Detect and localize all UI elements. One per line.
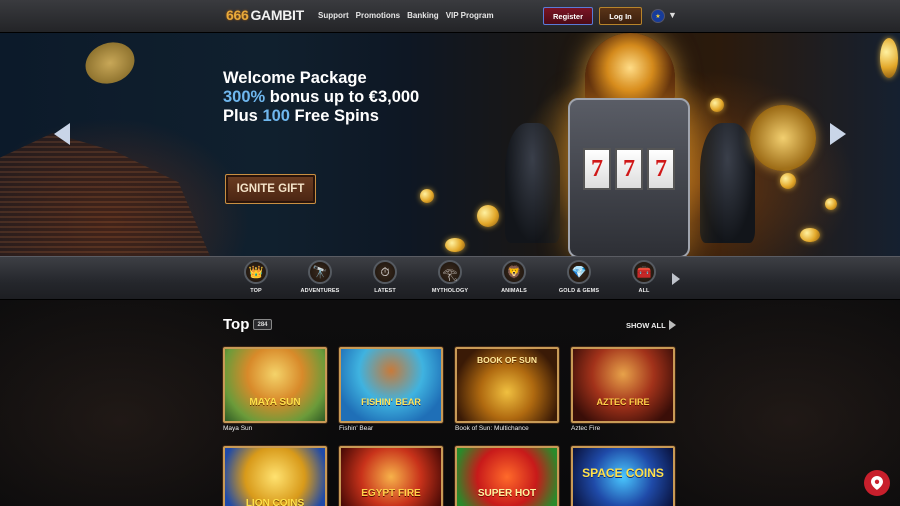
coin-decoration [800,228,820,242]
spins-text: Free Spins [289,107,379,125]
game-art-title: SUPER HOT [477,488,537,499]
carousel-next-icon[interactable] [830,123,846,145]
register-button[interactable]: Register [543,7,593,25]
category-label: ALL [638,288,650,294]
game-art [341,349,441,421]
game-name[interactable]: Maya Sun [223,425,252,432]
game-art-title: LION COINS [245,498,305,506]
chevron-down-icon[interactable]: ▼ [668,10,677,20]
coin-decoration [780,173,796,189]
welcome-package-text: Welcome Package 300% bonus up to €3,000 … [223,69,419,126]
game-art [225,349,325,421]
game-art-title: MAYA SUN [249,397,301,408]
coin-decoration [880,38,898,78]
game-card-book-of-sun[interactable]: BOOK OF SUN [455,347,559,423]
game-name[interactable]: Book of Sun: Multichance [455,425,529,432]
hero-bonus-line: 300% bonus up to €3,000 [223,88,419,107]
category-label: LATEST [374,288,396,294]
hooded-figure-left [505,123,560,243]
game-art-title: BOOK OF SUN [477,355,537,365]
show-all-label: SHOW ALL [626,320,666,330]
spins-prefix: Plus [223,107,263,125]
crown-icon: 👑 [244,260,268,284]
game-name[interactable]: Fishin' Bear [339,425,373,432]
category-gold-gems[interactable]: 💎 GOLD & GEMS [551,260,607,294]
game-card-lion-coins[interactable]: LION COINS [223,446,327,506]
lion-icon: 🦁 [502,260,526,284]
bonus-percent: 300% [223,88,266,106]
category-label: TOP [250,288,262,294]
game-card-egypt-fire[interactable]: EGYPT FIRE [339,446,443,506]
category-label: ANIMALS [501,288,527,294]
site-logo[interactable]: 666 GAMBIT [226,7,304,23]
game-card-aztec-fire[interactable]: AZTEC FIRE [571,347,675,423]
category-latest[interactable]: ⏱ LATEST [357,260,413,294]
hero-banner: 7 7 7 Welcome Package 300% bonus up to €… [0,33,900,256]
chest-icon: 🧰 [632,260,656,284]
game-art-title: FISHIN' BEAR [361,397,421,407]
reel-symbol: 7 [583,148,611,190]
coin-decoration [825,198,837,210]
reel-symbol: 7 [615,148,643,190]
login-button[interactable]: Log In [599,7,642,25]
section-title: Top [223,316,250,333]
gold-medallion-decoration [750,105,816,171]
stopwatch-icon: ⏱ [373,260,397,284]
nav-banking[interactable]: Banking [407,11,439,20]
nav-vip-program[interactable]: VIP Program [446,11,494,20]
category-all[interactable]: 🧰 ALL [616,260,672,294]
main-nav: Support Promotions Banking VIP Program [318,11,494,20]
category-animals[interactable]: 🦁 ANIMALS [486,260,542,294]
top-header: 666 GAMBIT Support Promotions Banking VI… [0,0,900,33]
coin-decoration [420,189,434,203]
game-card-super-hot[interactable]: SUPER HOT [455,446,559,506]
ignite-gift-button[interactable]: IGNITE GIFT [225,174,316,204]
category-label: MYTHOLOGY [431,288,469,294]
arrow-right-icon [668,320,676,330]
hero-spins-line: Plus 100 Free Spins [223,107,419,126]
category-bar: 👑 TOP 🔭 ADVENTURES ⏱ LATEST 𓂀 MYTHOLOGY … [0,256,900,300]
coin-decoration [477,205,499,227]
game-card-fishin-bear[interactable]: FISHIN' BEAR [339,347,443,423]
pharaoh-icon: 𓂀 [438,260,462,284]
logo-number: 666 [226,7,249,23]
slot-reels: 7 7 7 [582,148,676,190]
game-count-badge: 284 [253,319,272,330]
category-label: ADVENTURES [300,288,340,294]
spyglass-icon: 🔭 [308,260,332,284]
category-adventures[interactable]: 🔭 ADVENTURES [292,260,348,294]
casino-page: 666 GAMBIT Support Promotions Banking VI… [0,0,900,506]
show-all-link[interactable]: SHOW ALL [626,320,676,330]
game-name[interactable]: Aztec Fire [571,425,600,432]
coin-decoration [710,98,724,112]
game-card-maya-sun[interactable]: MAYA SUN [223,347,327,423]
reel-symbol: 7 [647,148,675,190]
carousel-prev-icon[interactable] [54,123,70,145]
nav-promotions[interactable]: Promotions [356,11,400,20]
gems-icon: 💎 [567,260,591,284]
logo-text: GAMBIT [250,7,304,23]
category-top[interactable]: 👑 TOP [228,260,284,294]
coin-stacks-decoration [0,133,210,256]
game-card-space-coins[interactable]: SPACE COINS [571,446,675,506]
nav-support[interactable]: Support [318,11,349,20]
hooded-figure-right [700,123,755,243]
bonus-text: bonus up to €3,000 [265,88,420,106]
eu-flag-icon[interactable]: ★ [651,9,665,23]
game-art-title: AZTEC FIRE [596,397,650,407]
game-art [573,349,673,421]
hero-title: Welcome Package [223,69,367,87]
compass-decoration [79,35,141,91]
category-next-icon[interactable] [672,273,680,285]
game-art-title: EGYPT FIRE [361,488,421,499]
slot-crown-decoration [585,33,675,103]
location-pin-icon[interactable] [864,470,890,496]
game-art-title: SPACE COINS [582,466,664,480]
coin-decoration [445,238,465,252]
spins-count: 100 [262,107,290,125]
category-mythology[interactable]: 𓂀 MYTHOLOGY [422,260,478,294]
category-label: GOLD & GEMS [558,288,600,294]
